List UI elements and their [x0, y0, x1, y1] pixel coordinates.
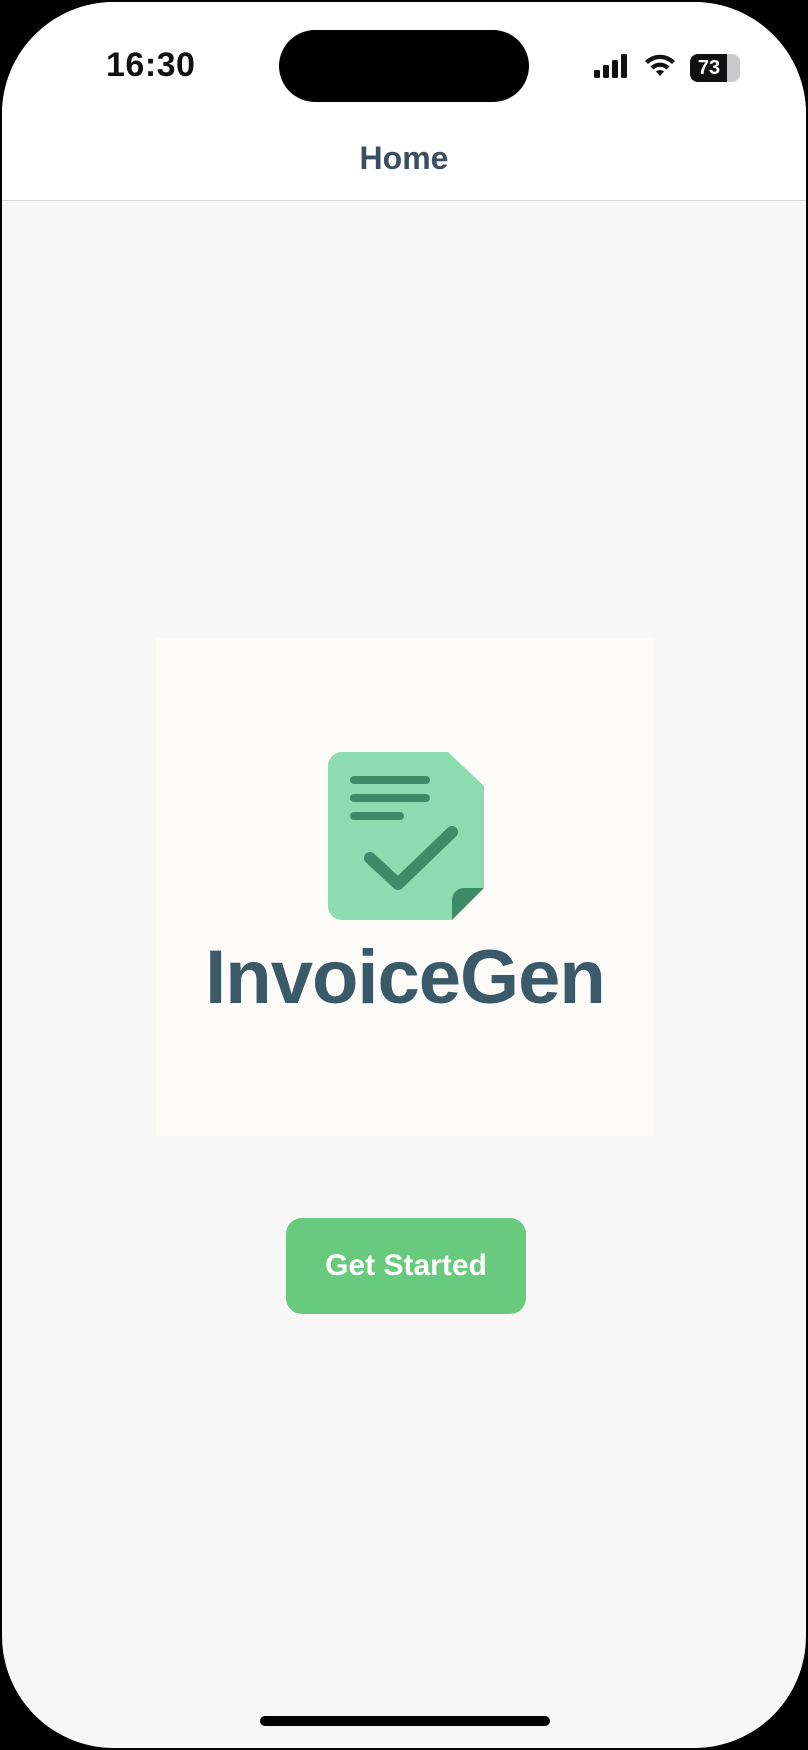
device-frame: 16:30 73 Home InvoiceGen Get Started [0, 0, 808, 1750]
status-time: 16:30 [106, 46, 196, 84]
wifi-icon [644, 54, 676, 83]
home-indicator[interactable] [260, 1716, 550, 1726]
navigation-bar: Home [2, 130, 806, 201]
get-started-button[interactable]: Get Started [286, 1218, 526, 1314]
page-title: Home [359, 140, 449, 176]
cellular-signal-icon [594, 53, 630, 83]
app-logo: InvoiceGen [156, 638, 654, 1136]
invoice-document-check-icon [328, 752, 484, 920]
dynamic-island [279, 30, 529, 102]
battery-level: 73 [697, 56, 721, 79]
app-screen: 16:30 73 Home InvoiceGen Get Started [2, 2, 806, 1748]
logo-wordmark: InvoiceGen [205, 935, 606, 1020]
battery-icon: 73 [690, 54, 740, 82]
status-bar: 16:30 73 [2, 2, 806, 130]
battery-body: 73 [690, 54, 740, 82]
status-icons: 73 [594, 50, 740, 86]
